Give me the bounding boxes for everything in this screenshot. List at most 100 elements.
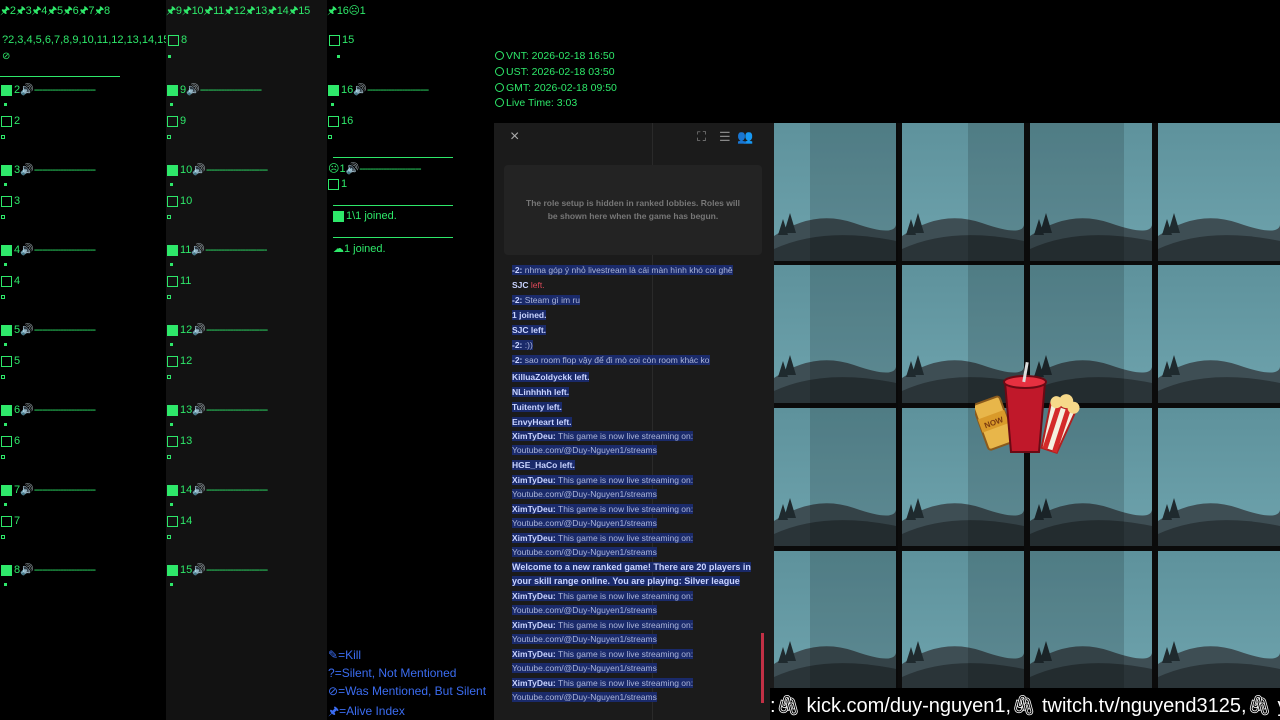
divider-dashes: ----------------------- — [205, 244, 267, 256]
chat-message: Youtube.com/@Duy-Nguyen1/streams — [512, 489, 657, 499]
checkbox[interactable] — [1, 195, 12, 207]
close-button[interactable]: × — [510, 128, 519, 146]
checkbox[interactable] — [167, 515, 178, 527]
checkbox[interactable] — [1, 355, 12, 367]
divider — [333, 237, 453, 238]
player-column-3: 🖈16☹1 15 16🔊----------------------- 16 ☹… — [327, 0, 494, 720]
legend-mentioned: ⊘=Was Mentioned, But Silent — [328, 684, 487, 698]
alive-marker — [1, 244, 12, 256]
checkbox[interactable] — [168, 34, 179, 46]
time-gmt: GMT: 2026-02-18 09:50 — [495, 82, 617, 94]
knife-icon: ✎ — [328, 648, 339, 662]
checkbox[interactable] — [1, 435, 12, 447]
speaker-icon: 🔊 — [192, 564, 206, 576]
alive-marker — [167, 404, 178, 416]
status-dot — [167, 375, 171, 379]
checkbox[interactable] — [328, 178, 339, 190]
slot-index: 5 — [14, 355, 21, 367]
chat-message: Tuitenty left. — [512, 402, 562, 412]
player-tile[interactable] — [1158, 408, 1280, 546]
slot-number: 14 — [180, 484, 193, 496]
player-column-1: 🖈2🖈3🖈4🖈5🖈6🖈7🖈8 ?2,3,4,5,6,7,8,9,10,11,12… — [0, 0, 185, 720]
chat-message: XimTyDeu: This game is now live streamin… — [512, 504, 694, 514]
legend-alive: 🖈=Alive Index — [328, 704, 405, 718]
checkbox[interactable] — [167, 435, 178, 447]
chat-message: XimTyDeu: This game is now live streamin… — [512, 591, 694, 601]
checkbox[interactable] — [167, 275, 178, 287]
divider-dashes: ----------------------- — [205, 324, 268, 336]
clock-icon — [495, 51, 504, 60]
slot-number: 11 — [180, 244, 192, 256]
fullscreen-icon[interactable]: ⛶ — [697, 129, 706, 145]
alive-marker — [1, 484, 12, 496]
divider — [333, 157, 453, 158]
players-icon[interactable]: 👥 — [737, 129, 753, 145]
status-dot — [170, 583, 173, 586]
player-column-2: 🖈9🖈10🖈11🖈12🖈13🖈14🖈15 8 9🔊---------------… — [166, 0, 327, 720]
player-slot-7: 7🔊----------------------- 7 — [0, 483, 160, 543]
chat-message: Welcome to a new ranked game! There are … — [512, 562, 751, 572]
checkbox[interactable] — [167, 115, 178, 127]
clock-icon — [495, 67, 504, 76]
speaker-icon: 🔊 — [186, 84, 200, 96]
speaker-icon: 🔊 — [20, 84, 34, 96]
checkbox[interactable] — [1, 275, 12, 287]
dead-icon: ☹ — [328, 163, 340, 175]
speaker-icon: 🔊 — [192, 404, 206, 416]
status-dot — [4, 263, 7, 266]
alive-marker — [1, 164, 12, 176]
status-dot — [170, 503, 173, 506]
speaker-icon: 🔊 — [192, 324, 206, 336]
chat-message: Youtube.com/@Duy-Nguyen1/streams — [512, 663, 657, 673]
player-slot-3: 3🔊----------------------- 3 — [0, 163, 160, 223]
cinema-icon: NOW — [975, 362, 1080, 454]
alive-marker — [167, 484, 178, 496]
player-tile[interactable] — [1158, 551, 1280, 688]
status-dot — [4, 343, 7, 346]
player-tile[interactable] — [1158, 123, 1280, 261]
legend-silent: ?=Silent, Not Mentioned — [328, 666, 457, 680]
speaker-icon: 🔊 — [191, 244, 206, 256]
divider-dashes: ----------------------- — [33, 324, 96, 336]
status-dot — [167, 455, 171, 459]
legend-kill: ✎=Kill — [328, 648, 362, 662]
divider-dashes: ----------------------- — [33, 244, 96, 256]
chat-message: XimTyDeu: This game is now live streamin… — [512, 533, 694, 543]
chat-message: Youtube.com/@Duy-Nguyen1/streams — [512, 547, 657, 557]
chat-message: Youtube.com/@Duy-Nguyen1/streams — [512, 692, 657, 702]
player-slot-12: 12🔊----------------------- 12 — [166, 323, 326, 383]
divider-dashes: ----------------------- — [205, 164, 268, 176]
status-dot — [1, 135, 5, 139]
status-dot — [331, 103, 334, 106]
chat-scrollbar[interactable] — [761, 633, 764, 703]
slot-number: 15 — [180, 564, 193, 576]
panel-toolbar: × ⛶ ☰ 👥 — [494, 123, 774, 153]
checkbox[interactable] — [328, 115, 339, 127]
column-shade — [810, 123, 898, 688]
slot-index: 2 — [14, 115, 21, 127]
slot-index: 6 — [14, 435, 21, 447]
status-dot — [167, 215, 171, 219]
status-dot — [1, 295, 5, 299]
pin-icon: 🖈 — [328, 704, 340, 718]
checkbox[interactable] — [329, 34, 340, 46]
speaker-icon: 🔊 — [345, 163, 360, 175]
divider-dashes: ----------------------- — [205, 404, 268, 416]
menu-icon[interactable]: ☰ — [719, 129, 731, 145]
chat-message: Youtube.com/@Duy-Nguyen1/streams — [512, 634, 657, 644]
status-dot — [168, 55, 171, 58]
player-tile[interactable] — [1158, 265, 1280, 403]
chat-message: SJC left. — [512, 280, 545, 290]
divider-dashes: ----------------------- — [33, 484, 96, 496]
chat-message: XimTyDeu: This game is now live streamin… — [512, 678, 694, 688]
player-slot-15: 15🔊----------------------- — [166, 563, 326, 623]
speaker-icon: 🔊 — [20, 324, 34, 336]
player-slot-11: 11🔊----------------------- 11 — [166, 243, 326, 303]
checkbox[interactable] — [1, 515, 12, 527]
role-setup-box: The role setup is hidden in ranked lobbi… — [504, 165, 762, 255]
checkbox[interactable] — [167, 355, 178, 367]
game-panel: × ⛶ ☰ 👥 The role setup is hidden in rank… — [494, 123, 774, 720]
checkbox[interactable] — [167, 195, 178, 207]
slot-index: 12 — [180, 355, 193, 367]
checkbox[interactable] — [1, 115, 12, 127]
